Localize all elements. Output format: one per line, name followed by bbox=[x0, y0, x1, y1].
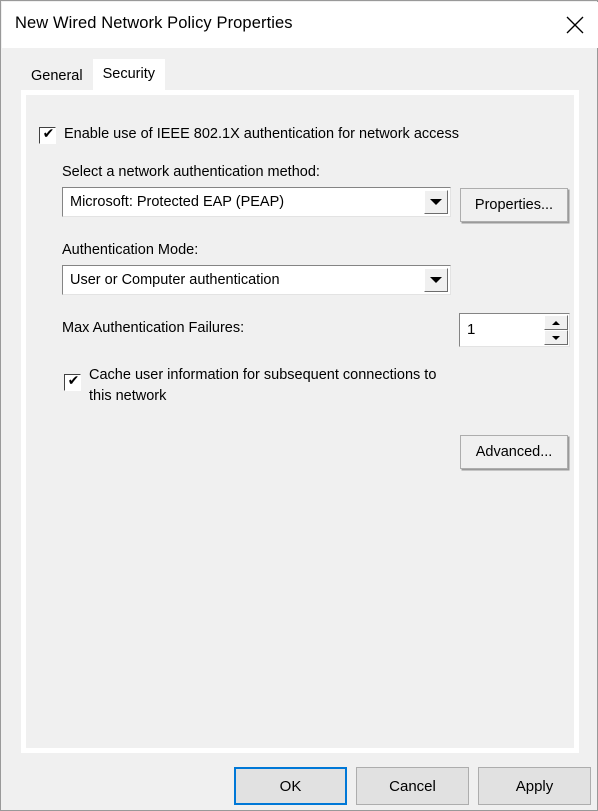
cache-user-info-checkbox[interactable]: ✔ bbox=[64, 373, 81, 391]
tab-security[interactable]: Security bbox=[92, 59, 165, 91]
stepper-decrement-button[interactable] bbox=[544, 330, 568, 345]
max-auth-failures-stepper[interactable]: 1 bbox=[459, 313, 570, 347]
triangle-up-icon bbox=[552, 320, 560, 325]
arrow-down-glyph bbox=[430, 277, 442, 283]
auth-method-label: Select a network authentication method: bbox=[62, 164, 320, 180]
apply-button[interactable]: Apply bbox=[478, 767, 591, 805]
tab-content-panel: ✔ Enable use of IEEE 802.1X authenticati… bbox=[21, 90, 579, 753]
max-auth-failures-value: 1 bbox=[467, 321, 476, 338]
cache-user-info-label-line2: this network bbox=[89, 388, 167, 404]
cancel-button[interactable]: Cancel bbox=[356, 767, 469, 805]
close-icon[interactable] bbox=[552, 2, 598, 48]
tab-general[interactable]: General bbox=[21, 61, 93, 91]
stepper-increment-button[interactable] bbox=[544, 315, 568, 330]
checkmark-icon: ✔ bbox=[67, 373, 80, 389]
chevron-down-icon[interactable] bbox=[424, 268, 448, 292]
auth-method-combobox[interactable]: Microsoft: Protected EAP (PEAP) bbox=[62, 187, 451, 217]
auth-method-value: Microsoft: Protected EAP (PEAP) bbox=[70, 194, 285, 210]
arrow-down-glyph bbox=[430, 199, 442, 205]
window-title: New Wired Network Policy Properties bbox=[15, 14, 293, 32]
enable-8021x-checkbox[interactable]: ✔ bbox=[39, 126, 56, 144]
checkmark-icon: ✔ bbox=[42, 126, 55, 142]
stepper-buttons bbox=[544, 315, 568, 345]
tab-strip: General Security bbox=[21, 59, 165, 91]
dialog-window: New Wired Network Policy Properties Gene… bbox=[0, 0, 598, 811]
auth-mode-combobox[interactable]: User or Computer authentication bbox=[62, 265, 451, 295]
cache-user-info-label-line1: Cache user information for subsequent co… bbox=[89, 367, 437, 383]
title-bar: New Wired Network Policy Properties bbox=[2, 2, 598, 48]
triangle-down-icon bbox=[552, 335, 560, 340]
auth-mode-value: User or Computer authentication bbox=[70, 272, 280, 288]
auth-mode-label: Authentication Mode: bbox=[62, 242, 199, 258]
ok-button[interactable]: OK bbox=[234, 767, 347, 805]
enable-8021x-label: Enable use of IEEE 802.1X authentication… bbox=[64, 126, 459, 142]
properties-button[interactable]: Properties... bbox=[460, 188, 568, 222]
chevron-down-icon[interactable] bbox=[424, 190, 448, 214]
advanced-button[interactable]: Advanced... bbox=[460, 435, 568, 469]
security-tab-content: ✔ Enable use of IEEE 802.1X authenticati… bbox=[26, 95, 574, 748]
max-auth-failures-label: Max Authentication Failures: bbox=[62, 320, 245, 336]
